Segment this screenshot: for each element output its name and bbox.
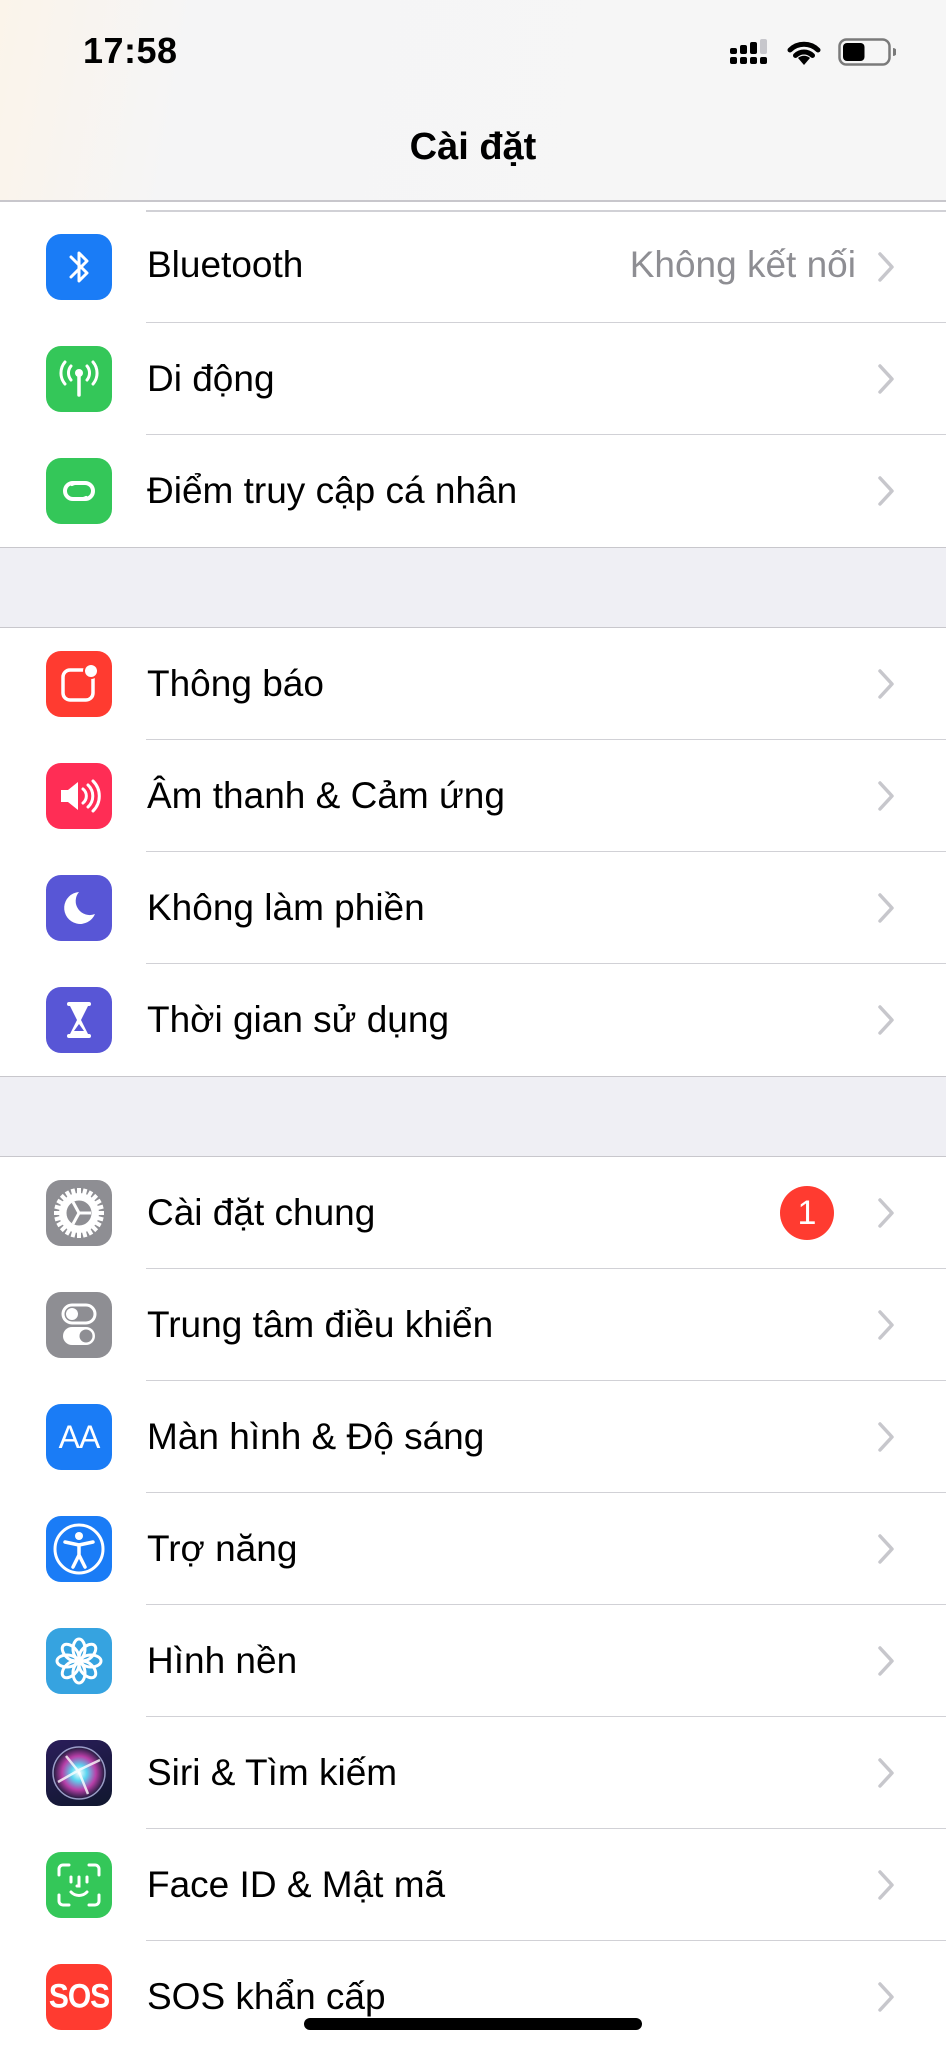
- row-label: Di động: [147, 358, 275, 399]
- chevron-right-icon: [876, 668, 896, 700]
- row-detail-value: Không kết nối: [629, 244, 856, 285]
- section-gap: [0, 1077, 946, 1156]
- hourglass-icon: [46, 987, 112, 1053]
- antenna-icon: [46, 346, 112, 412]
- row-label: Không làm phiền: [147, 887, 425, 928]
- row-label: Siri & Tìm kiếm: [147, 1752, 398, 1793]
- cellular-signal-icon: [730, 39, 767, 64]
- face-id-icon: [46, 1852, 112, 1918]
- navigation-bar: 17:58 Cài đặt: [0, 0, 946, 202]
- settings-row-tro-nang[interactable]: Trợ năng: [0, 1493, 946, 1605]
- row-label: Âm thanh & Cảm ứng: [147, 775, 505, 816]
- home-indicator[interactable]: [304, 2018, 642, 2030]
- chevron-right-icon: [876, 1197, 896, 1229]
- row-label: Trung tâm điều khiển: [147, 1304, 494, 1345]
- notifications-icon: [46, 651, 112, 717]
- settings-row-di-dong[interactable]: Di động: [0, 323, 946, 435]
- settings-row-trung-tam-dieu-khien[interactable]: Trung tâm điều khiển: [0, 1269, 946, 1381]
- settings-row-bluetooth[interactable]: Bluetooth Không kết nối: [0, 202, 946, 323]
- row-label: SOS khẩn cấp: [147, 1976, 386, 2017]
- settings-row-thoi-gian-su-dung[interactable]: Thời gian sử dụng: [0, 964, 946, 1076]
- section-gap: [0, 548, 946, 627]
- settings-row-cai-dat-chung[interactable]: Cài đặt chung 1: [0, 1157, 946, 1269]
- settings-row-man-hinh-do-sang[interactable]: AA Màn hình & Độ sáng: [0, 1381, 946, 1493]
- icon-glyph-text: AA: [58, 1418, 101, 1455]
- settings-row-siri-tim-kiem[interactable]: Siri & Tìm kiếm: [0, 1717, 946, 1829]
- settings-row-hinh-nen[interactable]: Hình nền: [0, 1605, 946, 1717]
- row-label: Bluetooth: [147, 244, 304, 285]
- bluetooth-icon: [46, 234, 112, 300]
- status-time: 17:58: [83, 30, 178, 71]
- siri-icon: [46, 1740, 112, 1806]
- row-label: Điểm truy cập cá nhân: [147, 470, 518, 511]
- toggles-icon: [46, 1292, 112, 1358]
- row-label: Trợ năng: [147, 1528, 298, 1569]
- status-icons: [730, 34, 896, 70]
- settings-row-face-id-mat-ma[interactable]: Face ID & Mật mã: [0, 1829, 946, 1941]
- sos-icon: SOS: [46, 1964, 112, 2030]
- gear-icon: [46, 1180, 112, 1246]
- wifi-icon: [787, 41, 821, 65]
- chevron-right-icon: [876, 475, 896, 507]
- chevron-right-icon: [876, 1869, 896, 1901]
- moon-icon: [46, 875, 112, 941]
- row-label: Thời gian sử dụng: [147, 999, 450, 1040]
- chevron-right-icon: [876, 892, 896, 924]
- chevron-right-icon: [876, 1981, 896, 2013]
- accessibility-icon: [46, 1516, 112, 1582]
- text-size-icon: AA: [46, 1404, 112, 1470]
- chevron-right-icon: [876, 1421, 896, 1453]
- flower-icon: [46, 1628, 112, 1694]
- settings-list: Bluetooth Không kết nối Di động Điểm truy c…: [0, 202, 946, 2048]
- row-label: Cài đặt chung: [147, 1192, 376, 1233]
- settings-row-khong-lam-phien[interactable]: Không làm phiền: [0, 852, 946, 964]
- chevron-right-icon: [876, 1757, 896, 1789]
- speaker-icon: [46, 763, 112, 829]
- settings-row-thong-bao[interactable]: Thông báo: [0, 628, 946, 740]
- page-title: Cài đặt: [409, 126, 537, 168]
- chevron-right-icon: [876, 363, 896, 395]
- row-label: Thông báo: [147, 663, 324, 704]
- row-label: Màn hình & Độ sáng: [147, 1416, 485, 1457]
- settings-section: Cài đặt chung 1 Trung tâm điều khiển AA Màn …: [0, 1156, 946, 2048]
- settings-section: Thông báo Âm thanh & Cảm ứng Không làm phi…: [0, 627, 946, 1077]
- settings-row-am-thanh-cam-ung[interactable]: Âm thanh & Cảm ứng: [0, 740, 946, 852]
- battery-icon: [838, 38, 896, 66]
- chevron-right-icon: [876, 1309, 896, 1341]
- hotspot-link-icon: [46, 458, 112, 524]
- icon-glyph-text: SOS: [48, 1977, 110, 2016]
- notification-badge: 1: [780, 1186, 834, 1240]
- settings-row-diem-truy-cap-ca-nhan[interactable]: Điểm truy cập cá nhân: [0, 435, 946, 547]
- settings-row-sos-khan-cap[interactable]: SOS SOS khẩn cấp: [0, 1941, 946, 2048]
- row-label: Hình nền: [147, 1640, 298, 1681]
- settings-section: Bluetooth Không kết nối Di động Điểm truy c…: [0, 202, 946, 548]
- chevron-right-icon: [876, 1004, 896, 1036]
- chevron-right-icon: [876, 1533, 896, 1565]
- row-label: Face ID & Mật mã: [147, 1864, 446, 1905]
- chevron-right-icon: [876, 780, 896, 812]
- chevron-right-icon: [876, 1645, 896, 1677]
- chevron-right-icon: [876, 251, 896, 283]
